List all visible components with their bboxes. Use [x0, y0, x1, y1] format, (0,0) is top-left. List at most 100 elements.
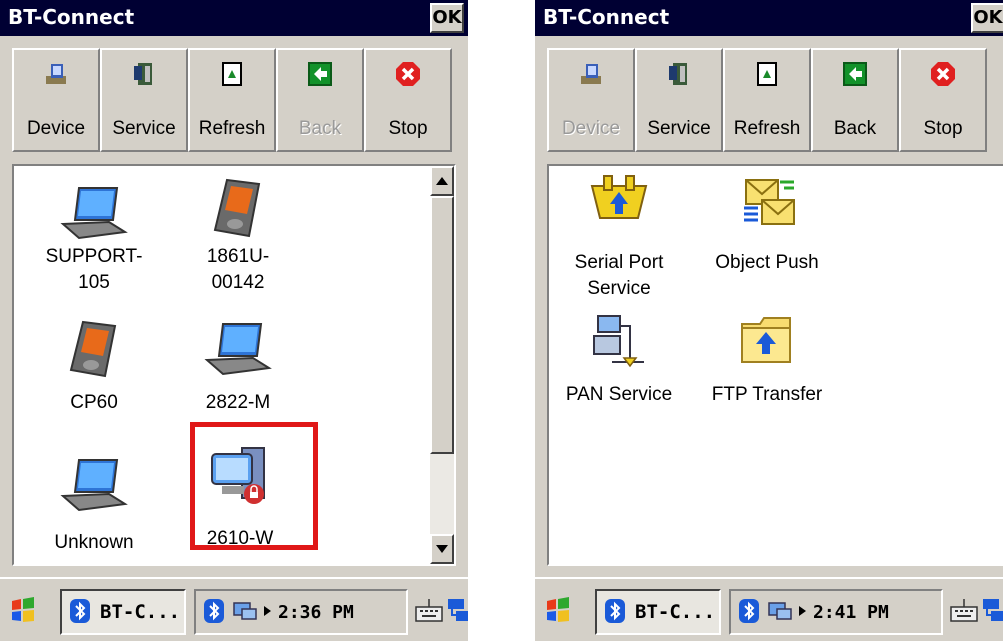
- handheld-icon: [213, 178, 261, 238]
- network-icon[interactable]: [230, 597, 260, 625]
- scroll-up-button[interactable]: [430, 166, 454, 196]
- service-icon: [134, 63, 152, 85]
- arrow-up-icon: [436, 177, 448, 185]
- service-item-pan[interactable]: PAN Service: [549, 310, 689, 408]
- taskbar-app-label: BT-C...: [100, 601, 181, 623]
- service-item-serial-port[interactable]: Serial Port Service: [549, 174, 689, 302]
- device-label: 2822-M: [205, 392, 271, 413]
- taskbar-app-button[interactable]: BT-C...: [60, 589, 186, 635]
- start-windows-flag-icon[interactable]: [8, 595, 38, 625]
- service-button[interactable]: Service: [100, 48, 188, 152]
- bluetooth-icon: [70, 599, 90, 623]
- system-tray: 2:36 PM: [194, 589, 408, 635]
- toolbar: Device Service Refresh Back Stop: [12, 48, 452, 152]
- network-icon[interactable]: [765, 597, 795, 625]
- service-label: Object Push: [715, 252, 819, 273]
- back-button-label: Back: [833, 118, 877, 139]
- service-item-ftp[interactable]: FTP Transfer: [697, 310, 837, 408]
- device-icon: [46, 64, 66, 84]
- laptop-icon: [60, 459, 128, 512]
- device-label: CP60: [70, 392, 118, 413]
- laptop-icon: [60, 187, 128, 240]
- service-button-label: Service: [112, 118, 176, 139]
- refresh-button[interactable]: Refresh: [723, 48, 811, 152]
- right-service-screen: BT-Connect OK Device Service Refresh Bac…: [535, 0, 1003, 641]
- window-title: BT-Connect: [8, 5, 135, 29]
- stop-icon: [396, 62, 420, 86]
- back-button-label: Back: [298, 118, 342, 139]
- desktop-switch-icon[interactable]: [981, 595, 1003, 625]
- title-bar: BT-Connect OK: [0, 0, 468, 40]
- expand-arrow-icon[interactable]: [262, 605, 272, 617]
- stop-button[interactable]: Stop: [364, 48, 452, 152]
- toolbar: Device Service Refresh Back Stop: [547, 48, 987, 152]
- clock: 2:41 PM: [813, 602, 889, 623]
- device-button-label: Device: [561, 118, 621, 139]
- device-item-unknown[interactable]: Unknown: [24, 456, 164, 556]
- back-button[interactable]: Back: [811, 48, 899, 152]
- device-label: Unknown: [54, 532, 134, 553]
- service-label: FTP Transfer: [711, 384, 823, 405]
- arrow-down-icon: [436, 545, 448, 553]
- desktop-switch-icon[interactable]: [446, 595, 468, 625]
- device-item-support-105[interactable]: SUPPORT- 105: [24, 184, 164, 296]
- scroll-thumb[interactable]: [430, 196, 454, 454]
- stop-button-label: Stop: [923, 118, 963, 139]
- refresh-button-label: Refresh: [733, 118, 801, 139]
- start-windows-flag-icon[interactable]: [543, 595, 573, 625]
- device-item-cp60[interactable]: CP60: [24, 318, 164, 416]
- window-title: BT-Connect: [543, 5, 670, 29]
- stop-button-label: Stop: [388, 118, 428, 139]
- device-item-1861u-00142[interactable]: 1861U- 00142: [168, 174, 308, 296]
- service-icon: [669, 63, 687, 85]
- device-label: SUPPORT- 105: [45, 246, 143, 293]
- expand-arrow-icon[interactable]: [797, 605, 807, 617]
- service-button[interactable]: Service: [635, 48, 723, 152]
- taskbar: BT-C... 2:36 PM: [0, 577, 468, 641]
- refresh-icon: [757, 62, 777, 86]
- taskbar-app-label: BT-C...: [635, 601, 716, 623]
- clock: 2:36 PM: [278, 602, 354, 623]
- bluetooth-icon[interactable]: [202, 597, 226, 625]
- stop-icon: [931, 62, 955, 86]
- device-label: 1861U- 00142: [206, 246, 270, 293]
- selection-highlight-box: [190, 422, 318, 550]
- back-arrow-icon: [308, 62, 332, 86]
- device-list: SUPPORT- 105 1861U- 00142 CP60 2822-M Un…: [12, 164, 456, 566]
- stop-button[interactable]: Stop: [899, 48, 987, 152]
- vertical-scrollbar[interactable]: [430, 166, 454, 564]
- bluetooth-icon: [605, 599, 625, 623]
- taskbar: BT-C... 2:41 PM: [535, 577, 1003, 641]
- back-button[interactable]: Back: [276, 48, 364, 152]
- service-item-object-push[interactable]: Object Push: [697, 174, 837, 276]
- left-device-screen: BT-Connect OK Device Service Refresh Bac…: [0, 0, 468, 641]
- keyboard-icon[interactable]: [949, 595, 979, 625]
- service-label: Serial Port Service: [574, 252, 664, 299]
- ftp-folder-icon: [741, 317, 791, 363]
- taskbar-app-button[interactable]: BT-C...: [595, 589, 721, 635]
- device-button-label: Device: [26, 118, 86, 139]
- device-button[interactable]: Device: [547, 48, 635, 152]
- refresh-icon: [222, 62, 242, 86]
- object-push-icon: [744, 179, 795, 225]
- laptop-icon: [204, 323, 272, 376]
- ok-button[interactable]: OK: [971, 3, 1003, 33]
- keyboard-icon[interactable]: [414, 595, 444, 625]
- service-label: PAN Service: [565, 384, 673, 405]
- service-button-label: Service: [647, 118, 711, 139]
- system-tray: 2:41 PM: [729, 589, 943, 635]
- service-list: Serial Port Service Object Push PAN Serv…: [547, 164, 1003, 566]
- title-bar: BT-Connect OK: [535, 0, 1003, 40]
- ok-button[interactable]: OK: [430, 3, 464, 33]
- refresh-button-label: Refresh: [198, 118, 266, 139]
- scroll-down-button[interactable]: [430, 534, 454, 564]
- back-arrow-icon: [843, 62, 867, 86]
- bluetooth-icon[interactable]: [737, 597, 761, 625]
- device-item-2822-m[interactable]: 2822-M: [168, 318, 308, 416]
- device-icon: [581, 64, 601, 84]
- device-button[interactable]: Device: [12, 48, 100, 152]
- pan-network-icon: [593, 315, 644, 368]
- refresh-button[interactable]: Refresh: [188, 48, 276, 152]
- serial-port-icon: [590, 175, 648, 219]
- handheld-icon: [69, 320, 117, 378]
